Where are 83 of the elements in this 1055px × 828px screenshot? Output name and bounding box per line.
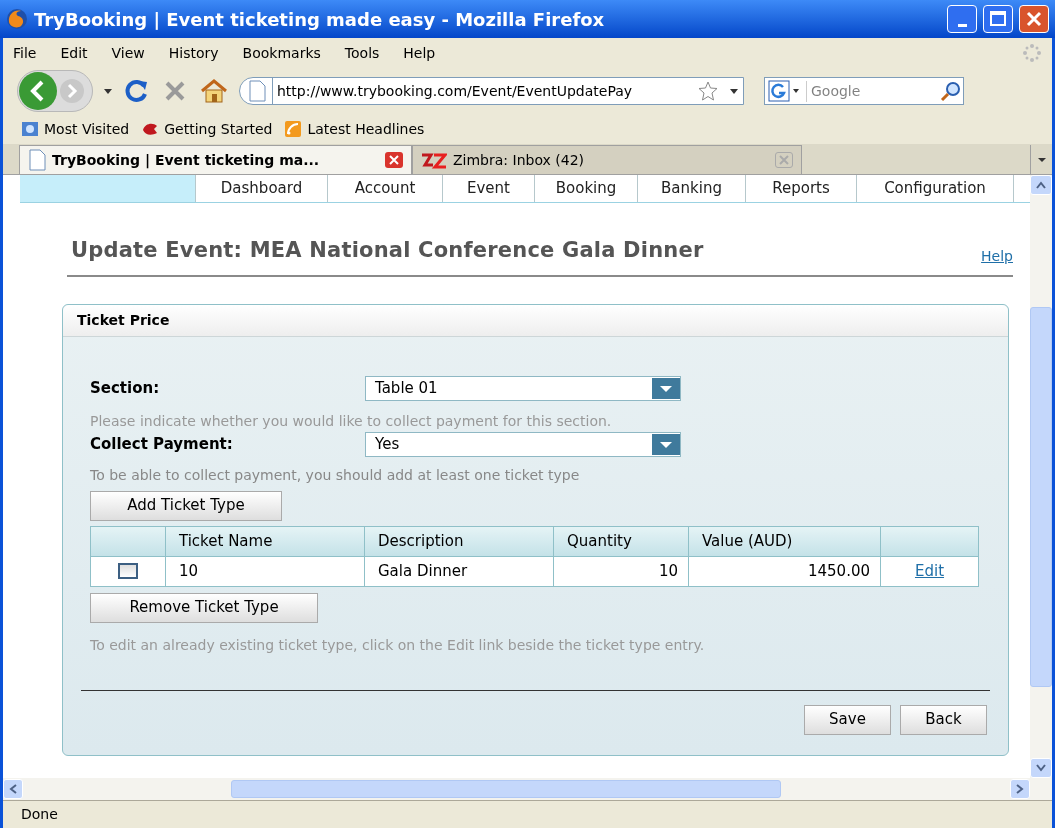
table-cell: Gala Dinner (364, 556, 554, 586)
nav-link[interactable]: Banking (637, 175, 745, 202)
scroll-up-button[interactable] (1030, 175, 1052, 195)
nav-link[interactable]: Reports (745, 175, 856, 202)
chevron-right-icon (1016, 784, 1024, 794)
menu-item[interactable]: Edit (60, 42, 88, 64)
hint-text: Please indicate whether you would like to collect payment for this section. (90, 411, 613, 431)
search-icon[interactable] (939, 80, 963, 102)
window-title: TryBooking | Event ticketing made easy - Mozilla Firefox (34, 7, 606, 32)
close-icon (389, 155, 399, 165)
star-icon[interactable] (697, 80, 719, 102)
panel-title: Ticket Price (77, 310, 170, 330)
dropdown-arrow-icon[interactable] (103, 87, 113, 95)
nav-link[interactable]: Booking (534, 175, 637, 202)
section-dropdown[interactable]: Table 01 (365, 376, 681, 401)
home-icon[interactable] (199, 77, 229, 105)
menu-item[interactable]: Tools (344, 42, 380, 64)
status-text: Done (21, 805, 58, 824)
search-field[interactable]: Google (806, 80, 935, 102)
nav-link[interactable]: Dashboard (195, 175, 327, 202)
form-button[interactable]: Back (900, 704, 987, 735)
bookmark-link[interactable]: Most Visited (21, 118, 130, 140)
back-icon[interactable] (18, 71, 58, 111)
menu-item[interactable]: View (111, 42, 145, 64)
scroll-right-button[interactable] (1010, 779, 1030, 799)
scroll-thumb[interactable] (231, 780, 781, 798)
feed-icon (284, 120, 303, 138)
scroll-down-button[interactable] (1030, 758, 1052, 778)
scroll-left-button[interactable] (3, 779, 23, 799)
form-button[interactable]: Save (804, 704, 891, 735)
close-button[interactable] (1019, 5, 1049, 33)
hint-text: To edit an already existing ticket type, click on the Edit link beside the ticket type entry. (90, 635, 706, 655)
horizontal-scrollbar[interactable] (3, 778, 1052, 800)
search-engine-icon[interactable] (768, 80, 802, 102)
table-cell: 10 (165, 556, 365, 586)
nav-link[interactable]: Account (327, 175, 442, 202)
column-header: Description (364, 526, 554, 556)
remove-ticket-type-button[interactable]: Remove Ticket Type (90, 592, 318, 623)
nav-link[interactable]: Event (442, 175, 534, 202)
column-header: Ticket Name (165, 526, 365, 556)
page-icon (28, 149, 46, 171)
close-icon (779, 155, 789, 165)
payment-dropdown[interactable]: Yes (365, 432, 681, 457)
dropdown-arrow-icon (1037, 156, 1046, 163)
maximize-button[interactable] (983, 5, 1013, 33)
minimize-button[interactable] (947, 5, 977, 33)
menu-item[interactable]: Bookmarks (242, 42, 321, 64)
chevron-left-icon (9, 784, 17, 794)
nav-link[interactable]: Configuration (856, 175, 1013, 202)
tab-label: TryBooking | Event ticketing ma... (52, 150, 321, 171)
vertical-scrollbar[interactable] (1030, 175, 1052, 778)
bookmark-link[interactable]: Latest Headlines (284, 118, 425, 140)
menu-item[interactable]: File (13, 42, 37, 64)
tab-close-button[interactable] (385, 152, 403, 168)
tab-label: Zimbra: Inbox (42) (453, 150, 585, 170)
chevron-down-icon (1036, 764, 1046, 772)
field-label: Section: (90, 378, 161, 400)
browser-tab[interactable]: Zimbra: Inbox (42) (412, 145, 802, 174)
help-link[interactable]: Help (981, 245, 1013, 267)
throbber-icon (1022, 43, 1042, 63)
bookmark-link[interactable]: Getting Started (141, 118, 273, 140)
hint-text: To be able to collect payment, you should add at least one ticket type (90, 465, 581, 485)
scroll-thumb[interactable] (1030, 307, 1052, 687)
edit-link[interactable]: Edit (914, 561, 945, 580)
minimize-icon (957, 24, 967, 27)
add-ticket-type-button[interactable]: Add Ticket Type (90, 490, 282, 521)
table-cell: 10 (553, 556, 689, 586)
checkbox[interactable] (118, 563, 138, 580)
column-header: Value (AUD) (688, 526, 881, 556)
browser-tab[interactable]: TryBooking | Event ticketing ma... (19, 145, 412, 174)
page-icon (248, 80, 266, 102)
menu-item[interactable]: History (168, 42, 219, 64)
menu-item[interactable]: Help (403, 42, 436, 64)
chevron-up-icon (1036, 181, 1046, 189)
folder-icon (21, 120, 39, 138)
maximize-icon (989, 10, 1007, 28)
page-title: Update Event: MEA National Conference Gala Dinner (71, 237, 704, 264)
address-field[interactable]: http://www.trybooking.com/Event/EventUpdatePay (239, 77, 744, 105)
table-cell: 1450.00 (688, 556, 881, 586)
close-icon (1025, 10, 1043, 28)
column-header: Quantity (553, 526, 689, 556)
search-bar[interactable]: Google (764, 77, 964, 105)
field-label: Collect Payment: (90, 434, 234, 456)
